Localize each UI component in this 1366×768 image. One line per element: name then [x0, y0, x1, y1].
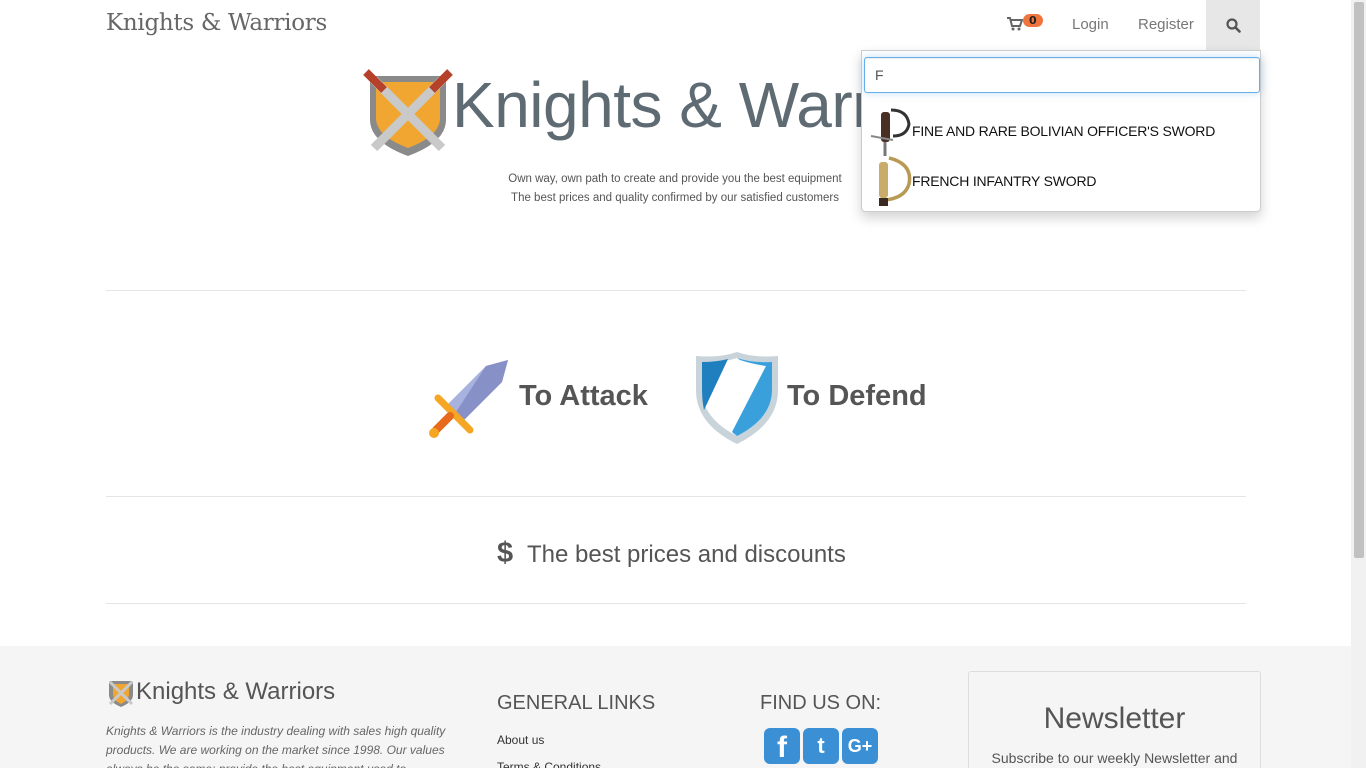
defend-feature-label: To Defend	[787, 380, 927, 412]
cart-count-badge: 0	[1023, 14, 1043, 27]
terms-link[interactable]: Terms & Conditions	[497, 760, 601, 768]
brand-link[interactable]: Knights & Warriors	[106, 10, 327, 36]
footer-description: Knights & Warriors is the industry deali…	[106, 724, 446, 768]
scrollbar-thumb[interactable]	[1354, 2, 1364, 558]
search-result-item[interactable]: FRENCH INFANTRY SWORD	[863, 156, 1259, 206]
prices-feature-label: The best prices and discounts	[527, 541, 846, 568]
twitter-icon[interactable]: t	[803, 728, 839, 764]
newsletter-text: Subscribe to our weekly Newsletter and	[991, 750, 1238, 766]
general-links-heading: GENERAL LINKS	[497, 692, 656, 714]
cart-icon	[1007, 17, 1023, 31]
cart-button[interactable]: 0	[1007, 14, 1047, 36]
attack-feature-label: To Attack	[519, 380, 648, 412]
navbar: Knights & Warriors 0 Login Register	[0, 0, 1351, 50]
divider	[106, 290, 1246, 291]
newsletter-title: Newsletter	[1043, 702, 1186, 735]
sword-thumbnail-icon	[870, 108, 911, 156]
about-us-link[interactable]: About us	[497, 733, 544, 747]
crossed-swords-shield-logo	[363, 69, 453, 156]
search-toggle-button[interactable]	[1206, 0, 1260, 50]
dollar-icon: $	[497, 537, 514, 569]
facebook-icon[interactable]: f	[764, 728, 800, 764]
search-input[interactable]	[864, 57, 1260, 93]
newsletter-panel: Newsletter Subscribe to our weekly Newsl…	[968, 671, 1261, 768]
crossed-swords-shield-logo	[108, 680, 134, 707]
divider	[106, 496, 1246, 497]
sword-icon	[429, 360, 508, 438]
shield-icon	[696, 352, 778, 444]
sword-thumbnail-icon	[879, 156, 912, 206]
page-scrollbar[interactable]	[1351, 0, 1366, 768]
register-link[interactable]: Register	[1138, 16, 1194, 33]
search-result-label: FINE AND RARE BOLIVIAN OFFICER'S SWORD	[912, 123, 1216, 139]
divider	[106, 603, 1246, 604]
search-result-item[interactable]: FINE AND RARE BOLIVIAN OFFICER'S SWORD	[863, 106, 1259, 156]
google-plus-icon[interactable]: G+	[842, 728, 878, 764]
footer-brand-name: Knights & Warriors	[136, 678, 336, 705]
search-result-label: FRENCH INFANTRY SWORD	[912, 173, 1097, 189]
footer: Knights & Warriors Knights & Warriors is…	[0, 646, 1351, 768]
search-icon	[1225, 17, 1241, 33]
find-us-heading: FIND US ON:	[760, 692, 882, 714]
search-dropdown: FINE AND RARE BOLIVIAN OFFICER'S SWORD F…	[861, 50, 1261, 212]
login-link[interactable]: Login	[1072, 16, 1109, 33]
